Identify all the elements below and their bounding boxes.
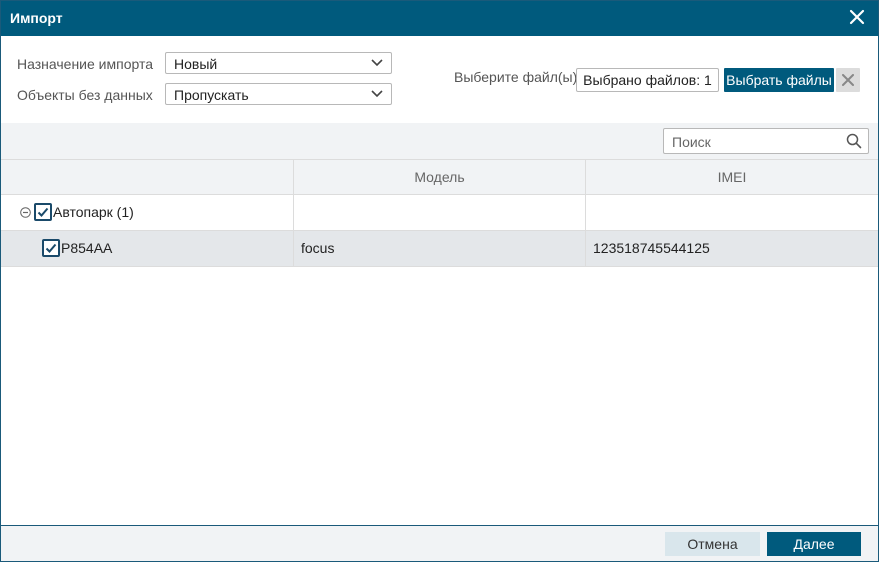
group-row[interactable]: Автопарк (1) [1,195,878,231]
cancel-button[interactable]: Отмена [665,532,760,556]
close-icon[interactable] [848,8,866,26]
empty-objects-value: Пропускать [174,87,249,103]
search-input[interactable] [670,132,844,152]
import-settings: Назначение импорта Новый Объекты без дан… [1,36,878,123]
row-checkbox[interactable] [42,239,60,257]
table-row[interactable]: Р854АА focus 123518745544125 [1,231,878,267]
destination-value: Новый [174,56,218,72]
close-icon [842,74,854,86]
dialog-footer: Отмена Далее [1,525,878,561]
import-dialog: Импорт Назначение импорта Новый Объекты … [0,0,879,562]
destination-label: Назначение импорта [17,56,154,72]
grid-header: Модель IMEI [1,159,878,195]
row-name: Р854АА [61,240,113,256]
file-select-label: Выберите файл(ы) [454,69,578,85]
destination-select[interactable]: Новый [165,52,392,74]
column-header-imei[interactable]: IMEI [585,160,878,195]
dialog-titlebar: Импорт [1,1,878,36]
group-checkbox[interactable] [34,203,52,221]
selected-files-count: Выбрано файлов: 1 [576,68,719,92]
next-button[interactable]: Далее [767,532,861,556]
column-header-model[interactable]: Модель [293,160,585,195]
chevron-down-icon [371,59,383,67]
clear-files-button[interactable] [836,68,860,92]
empty-objects-label: Объекты без данных [17,87,153,103]
empty-objects-select[interactable]: Пропускать [165,83,392,105]
checkmark-icon [45,243,57,253]
search-icon[interactable] [846,133,862,149]
collapse-icon[interactable] [20,207,31,218]
row-imei: 123518745544125 [593,240,710,256]
dialog-title: Импорт [10,10,63,26]
checkmark-icon [37,207,49,217]
grid-toolbar [1,123,878,159]
group-label: Автопарк (1) [53,204,134,220]
choose-files-button[interactable]: Выбрать файлы [724,68,834,92]
row-model: focus [301,240,335,256]
column-header-name [1,160,293,195]
chevron-down-icon [371,90,383,98]
search-box [663,128,869,154]
